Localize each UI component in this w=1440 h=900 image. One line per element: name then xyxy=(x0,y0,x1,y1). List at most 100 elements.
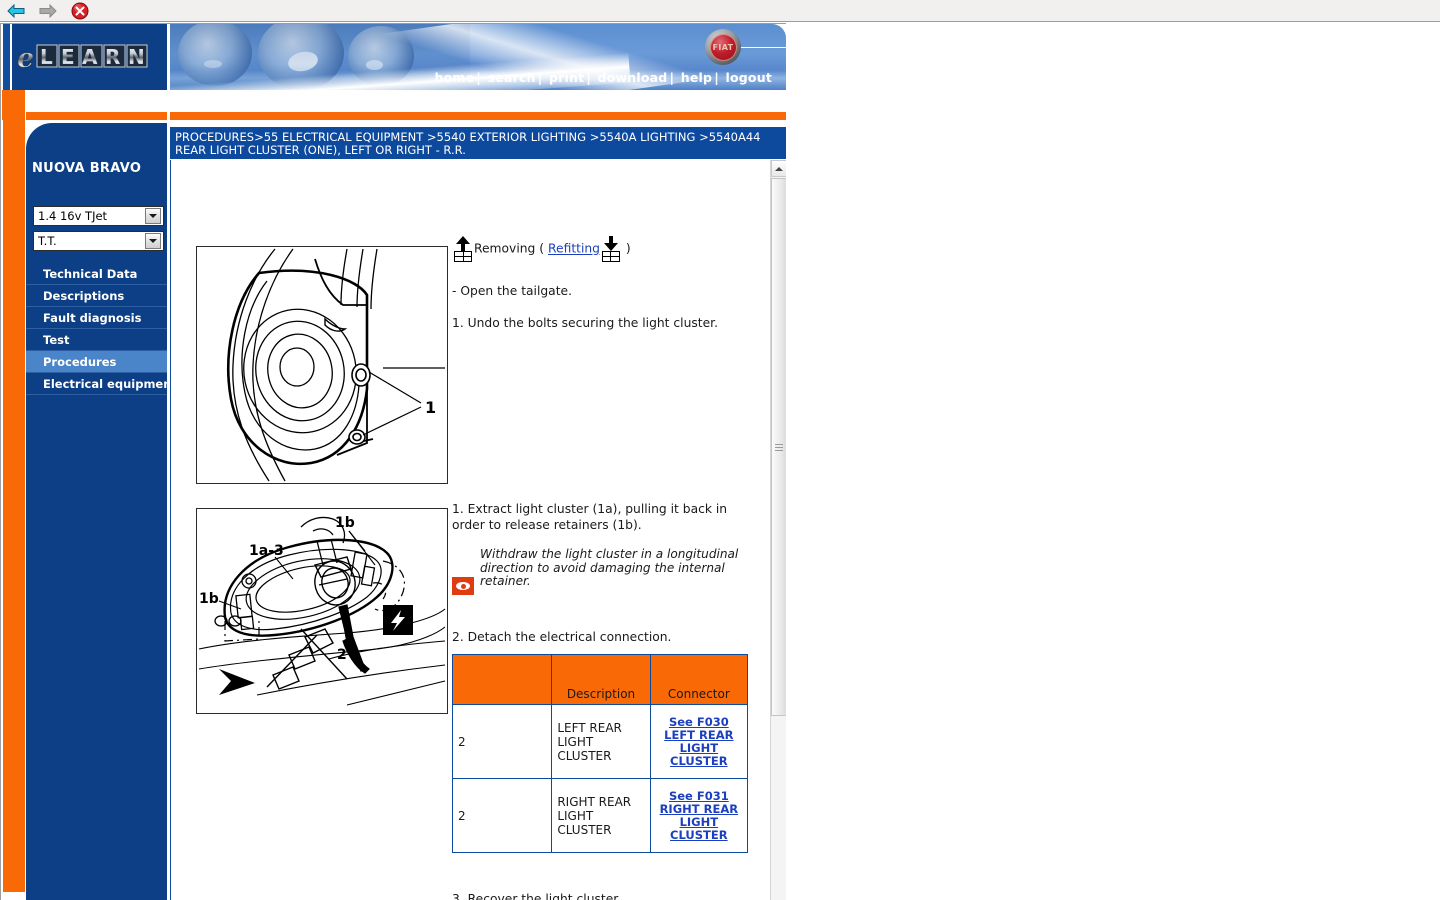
connector-name-label: LEFT REAR LIGHT CLUSTER xyxy=(664,728,733,768)
header-nav: home| search| print| download| help| log… xyxy=(435,70,773,85)
connector-link-f031[interactable]: See F031RIGHT REAR LIGHT CLUSTER xyxy=(656,790,742,842)
step-1-undo-bolts: 1. Undo the bolts securing the light clu… xyxy=(452,315,772,331)
figure-2-callout-1b-top: 1b xyxy=(335,515,355,531)
scrollbar-thumb[interactable] xyxy=(771,178,786,716)
table-header-description: Description xyxy=(552,655,650,705)
back-arrow-glyph xyxy=(7,4,25,18)
forward-arrow-glyph xyxy=(39,4,57,18)
engine-select[interactable]: 1.4 16v TJet xyxy=(33,206,164,226)
orange-stripe-right xyxy=(170,112,786,120)
close-paren: ) xyxy=(626,242,631,256)
warning-eye-icon xyxy=(452,577,474,595)
scroll-up-button[interactable] xyxy=(771,160,786,177)
stop-icon[interactable] xyxy=(69,2,91,20)
document-body: 1 xyxy=(171,160,771,900)
nav-logout[interactable]: logout xyxy=(726,70,772,85)
connector-see-label: See F031 xyxy=(669,789,729,803)
sidebar: NUOVA BRAVO 1.4 16v TJet T.T. Technical … xyxy=(26,123,167,891)
forward-arrow-icon[interactable] xyxy=(37,2,59,20)
removing-heading: Removing ( Refitting ) xyxy=(452,236,762,262)
fiat-logo-inner: FIAT xyxy=(710,34,737,61)
nav-sep: | xyxy=(536,70,545,85)
table-header-blank xyxy=(453,655,552,705)
warning-note-text: Withdraw the light cluster in a longitud… xyxy=(480,548,748,589)
page-background xyxy=(787,23,1440,900)
nav-home[interactable]: home xyxy=(435,70,475,85)
sidebar-item-technical-data[interactable]: Technical Data xyxy=(26,263,167,285)
nav-help[interactable]: help xyxy=(681,70,712,85)
eye-shape xyxy=(456,582,470,590)
sidebar-menu: Technical Data Descriptions Fault diagno… xyxy=(26,263,167,395)
row-connector: See F031RIGHT REAR LIGHT CLUSTER xyxy=(650,779,747,853)
engine-select-value: 1.4 16v TJet xyxy=(34,209,145,223)
figure-2-callout-1b-left: 1b xyxy=(199,591,219,607)
nav-sep: | xyxy=(667,70,676,85)
figure-2-drawing: 1a-3 1b 1b 2 xyxy=(197,509,447,713)
table-row: 2 RIGHT REAR LIGHT CLUSTER See F031RIGHT… xyxy=(453,779,748,853)
svg-text:A: A xyxy=(82,45,98,69)
figure-2-callout-1a3: 1a-3 xyxy=(249,543,284,559)
nav-sep: | xyxy=(584,70,593,85)
fiat-logo-rule xyxy=(741,47,786,48)
sidebar-item-electrical-equipment[interactable]: Electrical equipment xyxy=(26,373,167,395)
content-area: 1 xyxy=(170,160,786,900)
left-rail xyxy=(2,24,24,900)
figure-1-callout-1: 1 xyxy=(425,398,436,417)
content-scrollbar[interactable] xyxy=(770,160,786,900)
rear-light-cluster-extraction-diagram: 1a-3 1b 1b 2 xyxy=(196,508,448,714)
nav-search[interactable]: search xyxy=(488,70,536,85)
fiat-logo[interactable]: FIAT xyxy=(705,29,741,65)
stop-glyph xyxy=(71,2,89,20)
transmission-select-value: T.T. xyxy=(34,234,145,248)
remove-up-arrow-icon xyxy=(452,236,474,262)
step-1-extract-cluster: 1. Extract light cluster (1a), pulling i… xyxy=(452,501,748,533)
row-description: RIGHT REAR LIGHT CLUSTER xyxy=(552,779,650,853)
sidebar-item-test[interactable]: Test xyxy=(26,329,167,351)
nav-sep: | xyxy=(474,70,483,85)
nav-download[interactable]: download xyxy=(598,70,668,85)
removing-label: Removing xyxy=(474,242,535,256)
figure-2-callout-2: 2 xyxy=(337,647,347,663)
step-3-recover-cluster: 3. Recover the light cluster. xyxy=(452,891,772,900)
step-2-detach-connection: 2. Detach the electrical connection. xyxy=(452,629,772,645)
row-description: LEFT REAR LIGHT CLUSTER xyxy=(552,705,650,779)
orange-stripe-left xyxy=(26,112,167,120)
breadcrumb: PROCEDURES>55 ELECTRICAL EQUIPMENT >5540… xyxy=(170,127,786,159)
step-open-tailgate: - Open the tailgate. xyxy=(452,283,772,299)
table-header-connector: Connector xyxy=(650,655,747,705)
figure-1-drawing: 1 xyxy=(197,247,447,483)
left-rail-orange xyxy=(3,90,25,892)
svg-text:L: L xyxy=(40,45,53,69)
svg-text:N: N xyxy=(128,45,145,69)
refit-down-arrow-icon xyxy=(600,236,622,262)
elearn-application: e L E A R N xyxy=(0,23,786,900)
rear-light-cluster-bolts-diagram: 1 xyxy=(196,246,448,484)
nav-print[interactable]: print xyxy=(549,70,584,85)
sidebar-item-fault-diagnosis[interactable]: Fault diagnosis xyxy=(26,307,167,329)
row-number: 2 xyxy=(453,705,552,779)
chevron-down-icon[interactable] xyxy=(145,208,161,224)
elearn-logo-glyph: e L E A R N xyxy=(15,36,165,78)
connector-name-label: RIGHT REAR LIGHT CLUSTER xyxy=(660,802,739,842)
header-banner: FIAT home| search| print| download| help… xyxy=(170,24,786,90)
rail-orange-joint xyxy=(2,90,24,120)
row-number: 2 xyxy=(453,779,552,853)
back-arrow-icon[interactable] xyxy=(5,2,27,20)
chevron-down-icon[interactable] xyxy=(145,233,161,249)
table-row: 2 LEFT REAR LIGHT CLUSTER See F030LEFT R… xyxy=(453,705,748,779)
browser-toolbar xyxy=(0,0,1440,22)
svg-text:R: R xyxy=(105,45,120,69)
svg-text:E: E xyxy=(61,45,75,69)
table-header-row: Description Connector xyxy=(453,655,748,705)
refitting-link[interactable]: Refitting xyxy=(548,242,600,256)
vehicle-model-title: NUOVA BRAVO xyxy=(32,161,141,176)
svg-text:e: e xyxy=(17,43,34,74)
row-connector: See F030LEFT REAR LIGHT CLUSTER xyxy=(650,705,747,779)
sidebar-item-descriptions[interactable]: Descriptions xyxy=(26,285,167,307)
connector-link-f030[interactable]: See F030LEFT REAR LIGHT CLUSTER xyxy=(656,716,742,768)
connector-see-label: See F030 xyxy=(669,715,729,729)
transmission-select[interactable]: T.T. xyxy=(33,231,164,251)
nav-sep: | xyxy=(712,70,721,85)
elearn-logo[interactable]: e L E A R N xyxy=(10,24,167,90)
sidebar-item-procedures[interactable]: Procedures xyxy=(26,351,167,373)
